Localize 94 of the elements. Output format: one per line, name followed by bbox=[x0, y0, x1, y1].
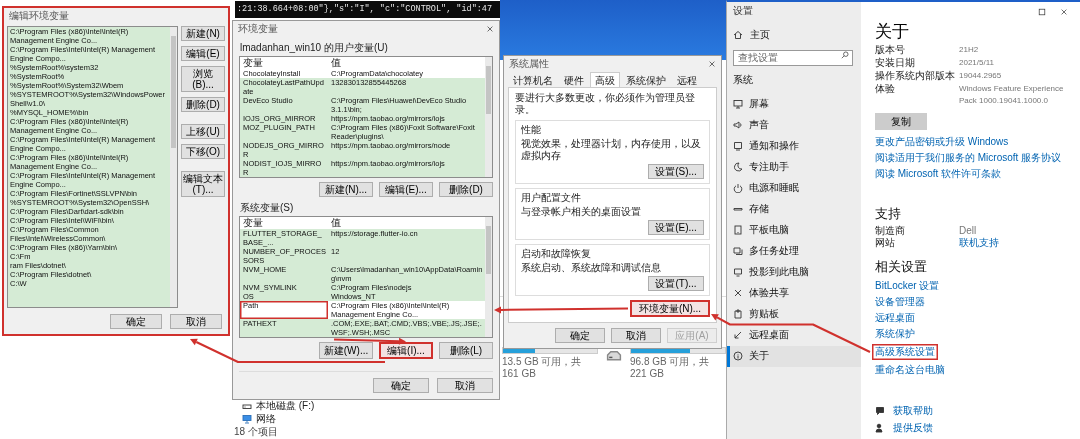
group-description: 与登录帐户相关的桌面设置 bbox=[521, 206, 642, 218]
section-label: lmadanhan_win10 的用户变量(U) bbox=[240, 42, 389, 54]
dialog-button[interactable]: 下移(O) bbox=[181, 144, 225, 159]
nav-item[interactable]: 投影到此电脑 bbox=[727, 261, 861, 283]
link[interactable]: 获取帮助 bbox=[893, 405, 933, 417]
home-link[interactable]: 主页 bbox=[750, 29, 770, 41]
dialog-button[interactable]: 确定 bbox=[110, 314, 162, 329]
nav-item[interactable]: 关于 bbox=[727, 345, 861, 367]
nav-item[interactable]: 通知和操作 bbox=[727, 135, 861, 157]
nav-item[interactable]: 电源和睡眠 bbox=[727, 177, 861, 199]
dialog-button[interactable]: 取消 bbox=[437, 378, 493, 393]
dialog-button[interactable]: 删除(D) bbox=[439, 182, 493, 197]
tab[interactable]: 系统保护 bbox=[621, 72, 671, 87]
dialog-button[interactable]: 新建(N)... bbox=[319, 182, 373, 197]
spec-label: 体验 bbox=[875, 83, 896, 96]
dialog-button[interactable]: 编辑(E) bbox=[181, 46, 225, 61]
column-header: 值 bbox=[330, 217, 342, 229]
nav-item[interactable]: 本地磁盘 (F:) bbox=[256, 400, 315, 412]
dialog-button[interactable]: 确定 bbox=[555, 328, 605, 343]
dialog-button[interactable]: 新建(N) bbox=[181, 26, 225, 41]
section-heading: 相关设置 bbox=[875, 259, 928, 275]
dialog-button[interactable]: 删除(L) bbox=[439, 342, 493, 359]
dialog-title: 编辑环境变量 bbox=[9, 9, 69, 23]
settings-button[interactable]: 设置(T)... bbox=[648, 276, 704, 291]
column-header: 变量 bbox=[242, 57, 264, 69]
dialog-button[interactable]: 编辑文本(T)... bbox=[181, 171, 225, 197]
dialog-title: 环境变量 bbox=[238, 22, 278, 36]
nav-item[interactable]: 平板电脑 bbox=[727, 219, 861, 241]
link[interactable]: 高级系统设置 bbox=[872, 344, 938, 360]
dialog-button[interactable]: 删除(D) bbox=[181, 97, 225, 112]
support-label: 制造商 bbox=[875, 225, 906, 237]
group-title: 用户配置文件 bbox=[521, 192, 582, 204]
support-label: 网站 bbox=[875, 237, 896, 249]
free-space-text: 96.8 GB 可用，共 221 GB bbox=[630, 356, 711, 380]
spec-value: 21H2 bbox=[959, 44, 980, 56]
support-value: Dell bbox=[959, 225, 978, 237]
link[interactable]: 远程桌面 bbox=[875, 312, 915, 324]
settings-button[interactable]: 设置(S)... bbox=[648, 164, 704, 179]
nav-item[interactable]: 剪贴板 bbox=[727, 303, 861, 325]
link[interactable]: 阅读 Microsoft 软件许可条款 bbox=[875, 168, 1002, 180]
dialog-button[interactable]: 上移(U) bbox=[181, 124, 225, 139]
group-description: 视觉效果，处理器计划，内存使用，以及虚拟内存 bbox=[521, 138, 702, 162]
link[interactable]: 提供反馈 bbox=[893, 422, 933, 434]
link[interactable]: BitLocker 设置 bbox=[875, 280, 940, 292]
nav-item[interactable]: 专注助手 bbox=[727, 156, 861, 178]
notice-text: 要进行大多数更改，你必须作为管理员登录。 bbox=[515, 92, 696, 116]
dialog-button[interactable]: 确定 bbox=[373, 378, 429, 393]
page-title: 关于 bbox=[875, 22, 910, 42]
spec-label: 版本号 bbox=[875, 44, 906, 56]
nav-item[interactable]: 屏幕 bbox=[727, 93, 861, 115]
free-space-text: 13.5 GB 可用，共 161 GB bbox=[502, 356, 583, 380]
section-label: 系统变量(S) bbox=[240, 202, 295, 214]
spec-value: 2021/5/11 bbox=[959, 57, 995, 69]
window-title: 设置 bbox=[732, 5, 754, 17]
link[interactable]: 联机支持 bbox=[959, 237, 1072, 249]
spec-label: 安装日期 bbox=[875, 57, 916, 69]
dialog-button[interactable]: 取消 bbox=[611, 328, 661, 343]
nav-item[interactable]: 声音 bbox=[727, 114, 861, 136]
console-text: :21:38.664+08:00"},"s":"I", "c":"CONTROL", "id":47 bbox=[236, 3, 494, 16]
group-title: 启动和故障恢复 bbox=[521, 248, 592, 260]
status-text: 18 个项目 bbox=[234, 426, 279, 438]
dialog-button[interactable]: 取消 bbox=[170, 314, 222, 329]
copy-button[interactable]: 复制 bbox=[875, 113, 927, 130]
link[interactable]: 设备管理器 bbox=[875, 296, 925, 308]
column-header: 值 bbox=[330, 57, 342, 69]
link[interactable]: 系统保护 bbox=[875, 328, 915, 340]
search-field[interactable]: 查找设置 bbox=[733, 49, 853, 66]
nav-item[interactable]: 存储 bbox=[727, 198, 861, 220]
link[interactable]: 阅读适用于我们服务的 Microsoft 服务协议 bbox=[875, 152, 1062, 164]
spec-value: 19044.2965 bbox=[959, 70, 1003, 82]
nav-item[interactable]: 多任务处理 bbox=[727, 240, 861, 262]
dialog-title: 系统属性 bbox=[509, 57, 549, 71]
spec-value: Windows Feature Experience Pack 1000.19041.1000.0 bbox=[959, 83, 1065, 107]
link[interactable]: 重命名这台电脑 bbox=[875, 364, 945, 376]
dialog-button[interactable]: 浏览(B)... bbox=[181, 66, 225, 92]
spec-label: 操作系统内部版本 bbox=[875, 70, 956, 82]
group-title: 性能 bbox=[521, 124, 542, 136]
environment-variables-button[interactable]: 环境变量(N)... bbox=[630, 300, 710, 317]
dialog-button[interactable]: 新建(W)... bbox=[319, 342, 373, 359]
nav-item[interactable]: 网络 bbox=[256, 413, 276, 425]
tab[interactable]: 硬件 bbox=[559, 72, 589, 87]
dialog-button[interactable]: 编辑(E)... bbox=[379, 182, 433, 197]
nav-item[interactable]: 体验共享 bbox=[727, 282, 861, 304]
link[interactable]: 更改产品密钥或升级 Windows bbox=[875, 136, 1009, 148]
tab[interactable]: 计算机名 bbox=[508, 72, 558, 87]
dialog-button[interactable]: 编辑(I)... bbox=[379, 342, 433, 359]
settings-button[interactable]: 设置(E)... bbox=[648, 220, 704, 235]
tab[interactable]: 高级 bbox=[590, 72, 620, 87]
column-header: 变量 bbox=[242, 217, 264, 229]
section-heading: 支持 bbox=[875, 206, 902, 222]
nav-item[interactable]: 远程桌面 bbox=[727, 324, 861, 346]
tab[interactable]: 远程 bbox=[672, 72, 702, 87]
section-heading: 系统 bbox=[732, 72, 754, 87]
group-description: 系统启动、系统故障和调试信息 bbox=[521, 262, 662, 274]
